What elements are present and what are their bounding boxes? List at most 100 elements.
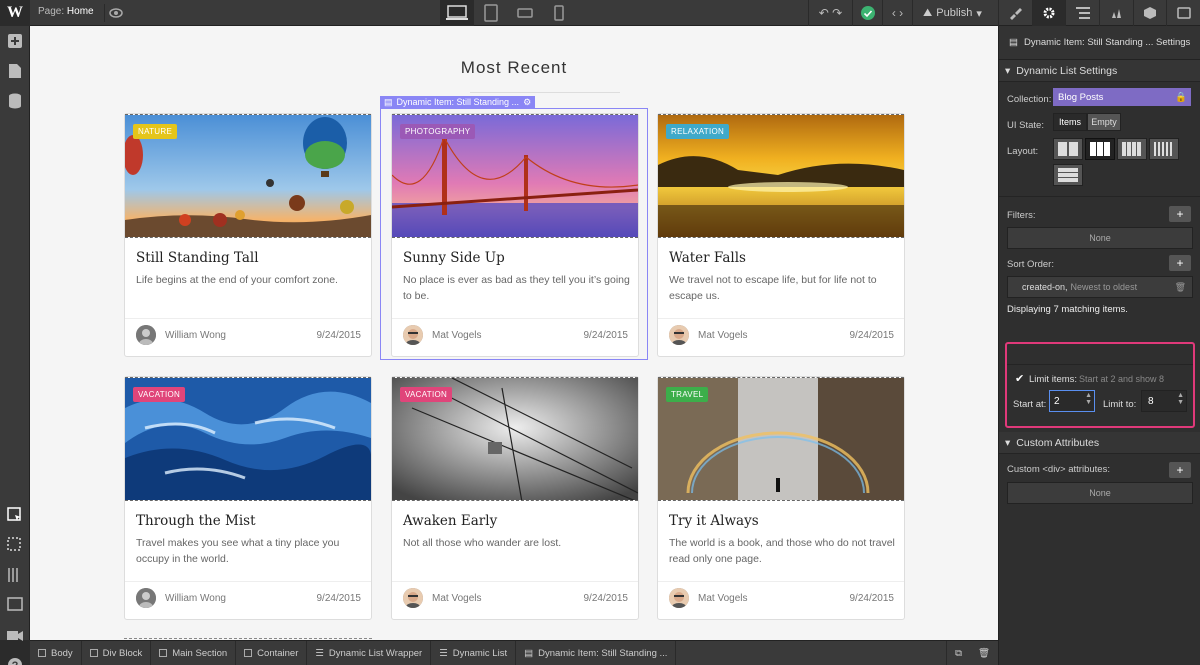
- add-attribute-button[interactable]: +: [1169, 462, 1191, 478]
- card-title[interactable]: Still Standing Tall: [136, 250, 259, 266]
- blog-card[interactable]: RELAXATION Water Falls We travel not to …: [657, 113, 905, 357]
- layout-4col-button[interactable]: [1117, 138, 1147, 160]
- preview-eye-icon[interactable]: [104, 4, 126, 22]
- blog-card[interactable]: VACATION Through the Mist Travel makes y…: [124, 376, 372, 620]
- card-title[interactable]: Through the Mist: [136, 513, 256, 529]
- help-icon[interactable]: ?: [0, 650, 30, 665]
- dynamic-item-icon: ▤: [384, 96, 393, 107]
- layout-3col-button[interactable]: [1085, 138, 1115, 160]
- panel-title: Dynamic Item: Still Standing ... Setting…: [1023, 37, 1191, 48]
- cms-database-icon[interactable]: [0, 86, 30, 116]
- start-at-input[interactable]: 2 ▲ ▼: [1049, 390, 1095, 412]
- avatar: [403, 588, 423, 608]
- undo-redo-icon[interactable]: ↶ ↷: [808, 0, 852, 26]
- design-canvas[interactable]: Most Recent NATURE Still Standing Tall L…: [30, 26, 998, 640]
- top-toolbar: W Page: Home ↶ ↷ ‹ › ⛰ Publish ▾: [0, 0, 1200, 26]
- breadcrumb-main-section[interactable]: Main Section: [151, 640, 237, 665]
- card-title[interactable]: Try it Always: [669, 513, 759, 529]
- card-title[interactable]: Awaken Early: [403, 513, 497, 529]
- layout-2col-button[interactable]: [1053, 138, 1083, 160]
- preview-select-icon[interactable]: [0, 530, 30, 560]
- blog-card[interactable]: VACATION Awaken Early Not all those who …: [391, 376, 639, 620]
- card-author[interactable]: William Wong: [165, 593, 226, 604]
- desktop-icon[interactable]: [440, 0, 474, 26]
- trash-icon[interactable]: 🗑: [1175, 282, 1186, 293]
- card-date: 9/24/2015: [849, 593, 895, 604]
- blog-card[interactable]: TRAVEL Try it Always The world is a book…: [657, 376, 905, 620]
- card-description: Not all those who wander are lost.: [403, 537, 562, 549]
- add-element-icon[interactable]: [0, 26, 30, 56]
- limit-items-checkbox[interactable]: ✔: [1015, 372, 1024, 385]
- mobile-landscape-icon[interactable]: [508, 0, 542, 26]
- filters-value[interactable]: None: [1007, 227, 1193, 249]
- card-author[interactable]: Mat Vogels: [698, 330, 747, 341]
- add-filter-button[interactable]: +: [1169, 206, 1191, 222]
- card-description: Life begins at the end of your comfort z…: [136, 274, 338, 286]
- tablet-icon[interactable]: [474, 0, 508, 26]
- custom-attributes-header[interactable]: ▾ Custom Attributes: [999, 432, 1200, 454]
- card-title[interactable]: Water Falls: [669, 250, 746, 266]
- card-tag[interactable]: NATURE: [133, 124, 178, 139]
- navigator-icon[interactable]: [1065, 0, 1099, 26]
- caret-down-icon: ▾: [1005, 436, 1011, 449]
- interactions-icon[interactable]: [1099, 0, 1133, 26]
- lock-icon: 🔒: [1175, 91, 1187, 103]
- breadcrumb-body[interactable]: Body: [30, 640, 82, 665]
- breadcrumb-dynamic-list-wrapper[interactable]: ☰ Dynamic List Wrapper: [307, 640, 432, 665]
- page-label: Page:: [38, 6, 65, 17]
- settings-gear-icon[interactable]: ⚙: [523, 97, 531, 108]
- save-status-icon: [852, 0, 882, 26]
- card-author[interactable]: William Wong: [165, 330, 226, 341]
- custom-attributes-value[interactable]: None: [1007, 482, 1193, 504]
- avatar: [136, 588, 156, 608]
- pages-icon[interactable]: [0, 56, 30, 86]
- mobile-portrait-icon[interactable]: [542, 0, 576, 26]
- limit-to-input[interactable]: 8 ▲ ▼: [1141, 390, 1187, 412]
- list-icon: ☰: [315, 647, 324, 659]
- assets-box-icon[interactable]: [1132, 0, 1167, 26]
- card-tag[interactable]: VACATION: [400, 387, 453, 402]
- breadcrumb-div-block[interactable]: Div Block: [82, 640, 152, 665]
- style-brush-icon[interactable]: [998, 0, 1032, 26]
- selected-element-label: Dynamic Item: Still Standing ...: [396, 97, 520, 107]
- card-tag[interactable]: VACATION: [133, 387, 186, 402]
- select-cursor-icon[interactable]: [0, 500, 30, 530]
- video-tutorial-icon[interactable]: [0, 620, 30, 650]
- card-tag[interactable]: TRAVEL: [666, 387, 709, 402]
- trash-icon[interactable]: 🗑: [970, 641, 998, 665]
- breadcrumb-label: Dynamic List Wrapper: [328, 647, 423, 659]
- collection-select[interactable]: Blog Posts 🔒: [1053, 88, 1191, 106]
- copy-icon[interactable]: ⧉: [946, 640, 970, 665]
- cms-icon[interactable]: [1166, 0, 1200, 26]
- dynamic-list-settings-section[interactable]: ▾ Dynamic List Settings: [999, 60, 1200, 82]
- card-author[interactable]: Mat Vogels: [432, 593, 481, 604]
- style-guide-icon[interactable]: [0, 590, 30, 620]
- page-selector[interactable]: Page: Home: [38, 6, 94, 17]
- selected-element-tag[interactable]: ▤ Dynamic Item: Still Standing ... ⚙: [380, 96, 536, 108]
- grid-overlay-icon[interactable]: [0, 560, 30, 590]
- card-tag[interactable]: RELAXATION: [666, 124, 730, 139]
- code-icon[interactable]: ‹ ›: [882, 0, 912, 26]
- card-image-lake: RELAXATION: [658, 114, 904, 238]
- blog-card[interactable]: NATURE Still Standing Tall Life begins a…: [124, 113, 372, 357]
- breadcrumb-dynamic-item[interactable]: ▤ Dynamic Item: Still Standing ...: [516, 640, 677, 665]
- settings-gear-icon[interactable]: [1031, 0, 1066, 26]
- breadcrumb-container[interactable]: Container: [236, 640, 308, 665]
- add-sort-button[interactable]: +: [1169, 255, 1191, 271]
- body-icon: [38, 649, 46, 657]
- publish-button[interactable]: ⛰ Publish ▾: [912, 0, 992, 26]
- matching-items-count: Displaying 7 matching items.: [1007, 304, 1128, 315]
- layout-label: Layout:: [1007, 146, 1039, 157]
- ui-state-items-button[interactable]: Items: [1053, 113, 1087, 131]
- layout-6col-button[interactable]: [1149, 138, 1179, 160]
- stepper-icon[interactable]: ▲ ▼: [1177, 392, 1184, 406]
- card-author[interactable]: Mat Vogels: [698, 593, 747, 604]
- svg-text:?: ?: [12, 660, 19, 665]
- publish-label: Publish: [936, 7, 973, 19]
- layout-rows-button[interactable]: [1053, 164, 1083, 186]
- stepper-icon[interactable]: ▲ ▼: [1085, 392, 1092, 406]
- webflow-logo[interactable]: W: [0, 0, 30, 26]
- breadcrumb-dynamic-list[interactable]: ☰ Dynamic List: [431, 640, 517, 665]
- sort-order-item[interactable]: created-on, Newest to oldest 🗑: [1007, 276, 1193, 298]
- ui-state-empty-button[interactable]: Empty: [1087, 113, 1121, 131]
